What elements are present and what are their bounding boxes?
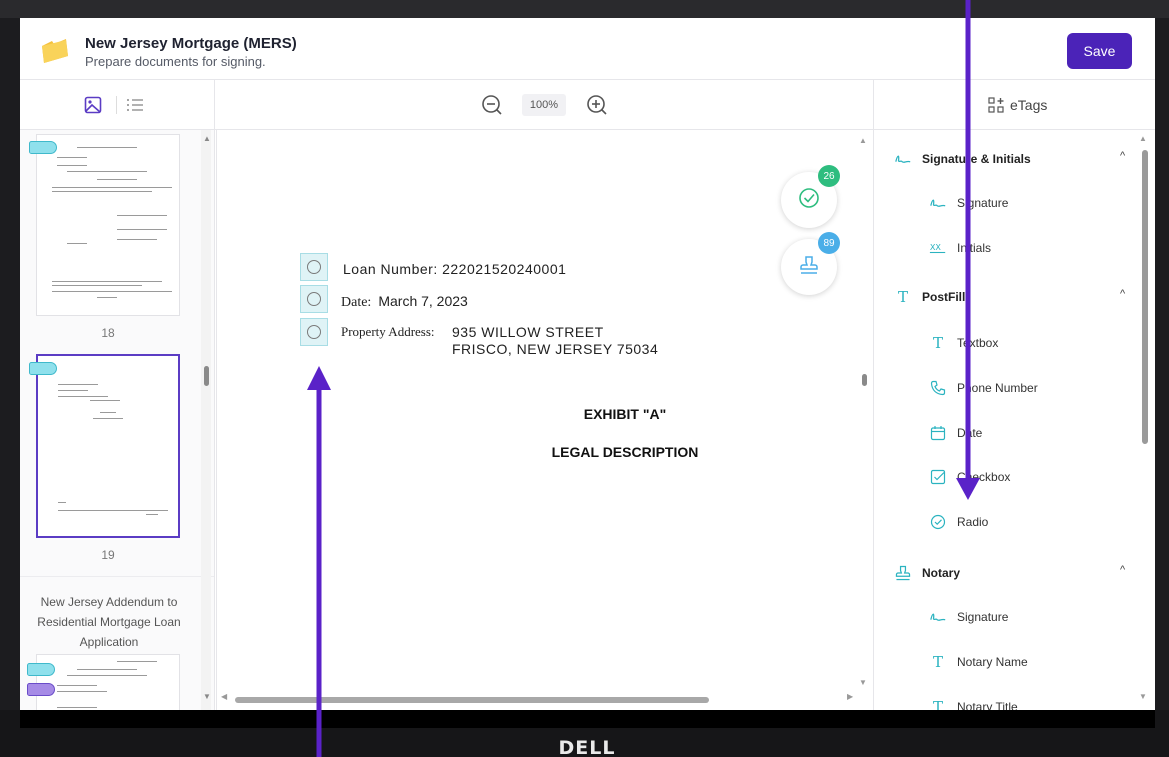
laptop-bezel-top	[0, 0, 1169, 18]
scroll-right-icon[interactable]: ▶	[847, 692, 853, 701]
etag-notary-title[interactable]: T Notary Title	[929, 698, 1018, 710]
thumbnails-scrollbar[interactable]	[201, 130, 211, 710]
property-address-label: Property Address:	[341, 324, 435, 339]
etag-signature[interactable]: Signature	[929, 194, 1008, 212]
scroll-left-icon[interactable]: ◀	[221, 692, 227, 701]
calendar-icon	[929, 424, 947, 442]
document-scroll-thumb[interactable]	[862, 374, 867, 386]
tag-marker	[29, 362, 57, 375]
notary-count-badge: 89	[818, 232, 840, 254]
etag-textbox[interactable]: T Textbox	[929, 334, 998, 352]
etag-initials[interactable]: XX Initials	[929, 239, 991, 257]
radio-field[interactable]	[300, 285, 328, 313]
tag-marker	[27, 683, 55, 696]
etag-date[interactable]: Date	[929, 424, 982, 442]
text-icon: T	[932, 698, 943, 710]
page-thumbnail[interactable]	[29, 134, 180, 316]
loan-number-line: Loan Number: 222021520240001	[343, 261, 567, 277]
etag-notary-name[interactable]: T Notary Name	[929, 653, 1028, 671]
text-icon: T	[932, 653, 943, 671]
app-header: New Jersey Mortgage (MERS) Prepare docum…	[20, 18, 1155, 80]
check-circle-icon	[798, 187, 820, 214]
stamp-icon	[894, 564, 912, 582]
scroll-down-icon[interactable]: ▼	[1139, 692, 1147, 701]
text-icon: T	[932, 334, 943, 352]
app-window: New Jersey Mortgage (MERS) Prepare docum…	[20, 18, 1155, 710]
page-title: New Jersey Mortgage (MERS)	[85, 35, 297, 52]
document-horizontal-scroll-thumb[interactable]	[235, 697, 709, 703]
etag-radio[interactable]: Radio	[929, 513, 988, 531]
etags-icon	[987, 96, 1005, 114]
scroll-down-icon[interactable]: ▼	[203, 692, 211, 701]
dell-logo: DELL	[558, 737, 616, 757]
radio-icon	[929, 513, 947, 531]
property-address-line2: FRISCO, NEW JERSEY 75034	[452, 341, 659, 357]
checkbox-icon	[929, 468, 947, 486]
tag-marker	[27, 663, 55, 676]
document-canvas: Loan Number: 222021520240001 Date: March…	[216, 130, 872, 710]
svg-text:XX: XX	[930, 242, 942, 252]
etag-phone-number[interactable]: Phone Number	[929, 379, 1038, 397]
page-thumbnails: 18 19 New Jersey Addendum to Residential…	[20, 130, 215, 710]
signature-icon	[929, 608, 947, 626]
date-line: Date: March 7, 2023	[341, 293, 468, 310]
scroll-up-icon[interactable]: ▲	[203, 134, 211, 143]
chevron-up-icon[interactable]: ^	[1120, 288, 1125, 300]
section-notary[interactable]: Notary	[894, 564, 960, 582]
toolbar: 100% eTags	[20, 80, 1155, 130]
zoom-level: 100%	[522, 94, 566, 116]
section-postfill[interactable]: T PostFill	[894, 288, 965, 306]
etags-button[interactable]: eTags	[987, 96, 1047, 114]
page-thumbnail-active[interactable]	[29, 354, 180, 538]
chevron-up-icon[interactable]: ^	[1120, 564, 1125, 576]
radio-field[interactable]	[300, 253, 328, 281]
etags-label: eTags	[1010, 97, 1048, 113]
etags-scroll-thumb[interactable]	[1142, 150, 1148, 444]
etag-notary-signature[interactable]: Signature	[929, 608, 1008, 626]
folder-icon	[40, 38, 70, 64]
page-number: 18	[101, 326, 115, 340]
signature-icon	[894, 150, 912, 168]
scroll-up-icon[interactable]: ▲	[1139, 134, 1147, 143]
image-view-icon[interactable]	[82, 94, 104, 116]
section-signature-initials[interactable]: Signature & Initials	[894, 150, 1031, 168]
legal-description-heading: LEGAL DESCRIPTION	[551, 444, 699, 460]
scroll-up-icon[interactable]: ▲	[859, 136, 867, 145]
thumbnails-scroll-thumb[interactable]	[204, 366, 209, 386]
save-button[interactable]: Save	[1067, 33, 1132, 69]
etag-checkbox[interactable]: Checkbox	[929, 468, 1010, 486]
scroll-down-icon[interactable]: ▼	[859, 678, 867, 687]
phone-icon	[929, 379, 947, 397]
thumbnail-view-toggle	[20, 80, 215, 130]
list-view-icon[interactable]	[124, 94, 146, 116]
property-address-line1: 935 WILLOW STREET	[452, 324, 604, 340]
page-number: 19	[101, 548, 115, 562]
stamp-icon	[798, 254, 820, 281]
etags-panel: Signature & Initials ^ Signature XX Init…	[873, 130, 1155, 710]
completed-count-badge: 26	[818, 165, 840, 187]
zoom-out-icon[interactable]	[480, 93, 504, 117]
screen-bottom-edge	[20, 710, 1155, 728]
page-thumbnail[interactable]	[27, 654, 180, 710]
exhibit-heading: EXHIBIT "A"	[583, 406, 667, 422]
page-subtitle: Prepare documents for signing.	[85, 54, 266, 69]
signature-icon	[929, 194, 947, 212]
tag-marker	[29, 141, 57, 154]
radio-field[interactable]	[300, 318, 328, 346]
document-title: New Jersey Addendum to Residential Mortg…	[37, 595, 181, 649]
zoom-in-icon[interactable]	[585, 93, 609, 117]
chevron-up-icon[interactable]: ^	[1120, 150, 1125, 162]
text-icon: T	[897, 288, 908, 306]
etags-tab[interactable]: eTags	[873, 80, 1155, 130]
initials-icon: XX	[929, 239, 947, 257]
